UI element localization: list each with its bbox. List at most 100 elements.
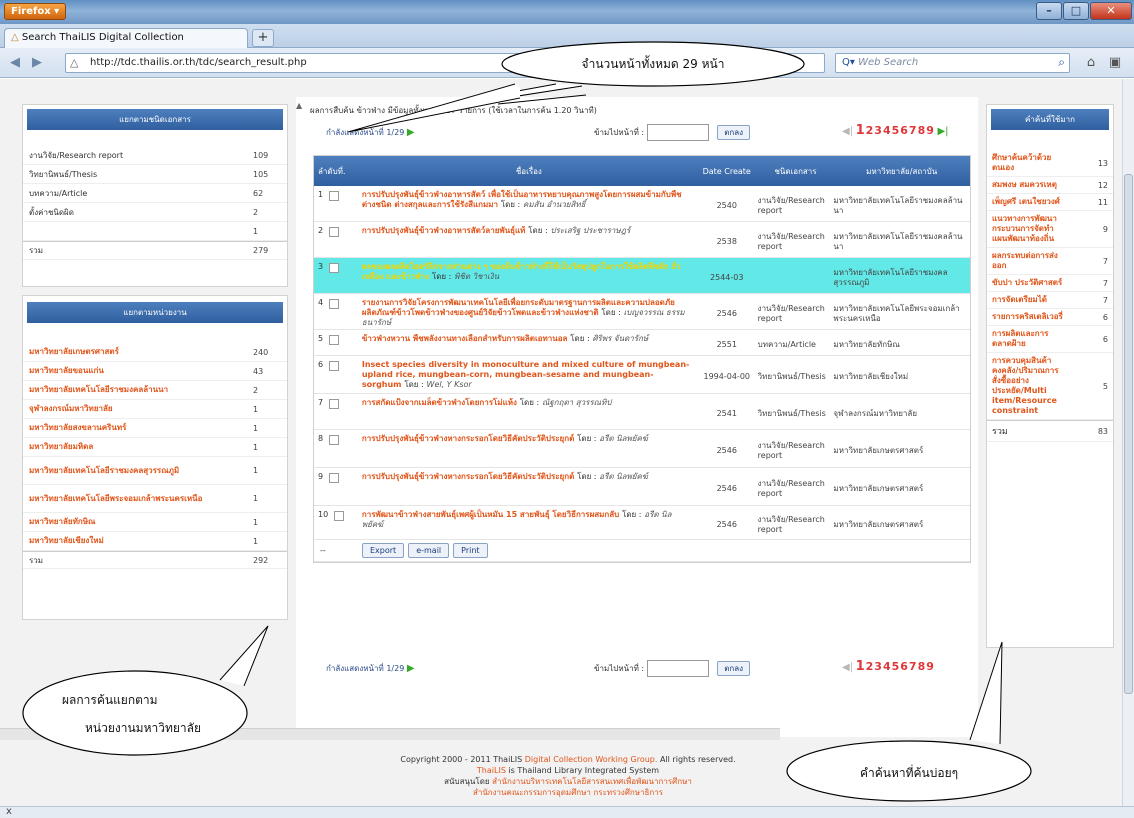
page-links[interactable]: 23456789	[866, 124, 935, 137]
result-title-link[interactable]: การพัฒนาข้าวฟ่างสายพันธุ์เพศผู้เป็นหมัน …	[362, 510, 619, 519]
popular-term-link[interactable]: รายการคริสเตลิเวอรี่	[992, 312, 1064, 322]
result-checkbox[interactable]	[329, 473, 340, 483]
result-checkbox[interactable]	[329, 263, 340, 273]
agency-row[interactable]: มหาวิทยาลัยทักษิณ 1	[23, 513, 287, 532]
home-icon[interactable]: ⌂	[1082, 54, 1100, 72]
popular-term-link[interactable]: สมพงษ สมควรเหตุ	[992, 180, 1064, 190]
popular-term-link[interactable]: ศึกษาค้นคว้าด้วยตนเอง	[992, 153, 1064, 173]
popular-term-row[interactable]: การควบคุมสินค้าคงคลัง/ปริมาณการสั่งซื้ออ…	[987, 353, 1113, 420]
agency-row[interactable]: มหาวิทยาลัยเทคโนโลยีพระจอมเกล้าพระนครเหน…	[23, 485, 287, 513]
result-checkbox[interactable]	[329, 335, 340, 345]
print-button[interactable]: Print	[453, 543, 488, 558]
doc-type-row[interactable]: รวม 279	[23, 241, 287, 260]
result-title-link[interactable]: การปรับปรุงพันธุ์ข้าวฟ่างหางกระรอกโดยวิธ…	[362, 434, 574, 443]
footer-thailis-link[interactable]: ThaiLIS	[477, 766, 506, 775]
agency-link[interactable]: มหาวิทยาลัยสงขลานครินทร์	[29, 423, 244, 433]
agency-row[interactable]: มหาวิทยาลัยมหิดล 1	[23, 438, 287, 457]
agency-row[interactable]: มหาวิทยาลัยเทคโนโลยีราชมงคลล้านนา 2	[23, 381, 287, 400]
page-links-bottom[interactable]: 23456789	[866, 660, 935, 673]
result-title-link[interactable]: การปรับปรุงพันธุ์ข้าวฟ่างอาหารสัตว์ เพื่…	[362, 190, 682, 209]
agency-link[interactable]: มหาวิทยาลัยเทคโนโลยีราชมงคลล้านนา	[29, 385, 244, 395]
col-date[interactable]: Date Create	[696, 167, 758, 176]
result-title-link[interactable]: ข้าวฟ่างหวาน พืชพลังงานทางเลือกสำหรับการ…	[362, 334, 568, 343]
minimize-button[interactable]: –	[1036, 2, 1062, 20]
popular-term-link[interactable]: แนวทางการพัฒนากระบวนการจัดทำแผนพัฒนาท้อง…	[992, 214, 1064, 244]
footer-sponsor-link[interactable]: สำนักงานบริหารเทคโนโลยีสารสนเทศเพื่อพัฒน…	[492, 777, 692, 786]
popular-term-row[interactable]: ศึกษาค้นคว้าด้วยตนเอง 13	[987, 150, 1113, 177]
result-checkbox[interactable]	[334, 511, 345, 521]
web-search-input[interactable]: Q▾ Web Search ⌕	[835, 53, 1070, 73]
maximize-button[interactable]: □	[1063, 2, 1089, 20]
search-icon[interactable]: ⌕	[1058, 55, 1065, 70]
result-title-link[interactable]: ผลของผลผลิตไฮดรัลิกจากส่วนต่าง ๆ ของต้นข…	[362, 262, 681, 281]
jump-page-input-bottom[interactable]	[646, 660, 709, 677]
result-checkbox[interactable]	[329, 399, 340, 409]
scrollbar-thumb[interactable]	[1124, 174, 1133, 694]
firefox-menu-button[interactable]: Firefox ▾	[4, 3, 66, 20]
agency-link[interactable]: มหาวิทยาลัยเกษตรศาสตร์	[29, 347, 244, 357]
result-checkbox[interactable]	[329, 227, 340, 237]
go-button-bottom[interactable]: ตกลง	[717, 661, 751, 676]
result-title-link[interactable]: การปรับปรุงพันธุ์ข้าวฟ่างหางกระรอกโดยวิธ…	[362, 472, 574, 481]
agency-link[interactable]: มหาวิทยาลัยทักษิณ	[29, 517, 244, 527]
footer-working-group-link[interactable]: Digital Collection Working Group.	[525, 755, 658, 764]
bookmarks-icon[interactable]: ▣	[1106, 54, 1124, 72]
result-checkbox[interactable]	[329, 361, 340, 371]
result-title-link[interactable]: การสกัดแป้งจากเมล็ดข้าวฟ่างโดยการโม่แห้ง	[362, 398, 517, 407]
browser-tab[interactable]: △ Search ThaiLIS Digital Collection	[4, 28, 248, 49]
agency-link[interactable]: จุฬาลงกรณ์มหาวิทยาลัย	[29, 404, 244, 414]
close-window-button[interactable]: ✕	[1090, 2, 1132, 20]
doc-type-row[interactable]: ตั้งค่าชนิดผิด 2	[23, 203, 287, 222]
email-button[interactable]: e-mail	[408, 543, 450, 558]
agency-row[interactable]: มหาวิทยาลัยสงขลานครินทร์ 1	[23, 419, 287, 438]
search-engine-icon[interactable]: Q▾	[842, 57, 855, 68]
doc-type-row[interactable]: 1	[23, 222, 287, 241]
popular-term-row[interactable]: สมพงษ สมควรเหตุ 12	[987, 177, 1113, 194]
popular-term-link[interactable]: เพ็ญศรี เตนใชยวงศ์	[992, 197, 1064, 207]
popular-term-row[interactable]: การผลิตและการตลาดฝ้าย 6	[987, 326, 1113, 353]
result-institution: มหาวิทยาลัยทักษิณ	[833, 339, 900, 349]
agency-link[interactable]: มหาวิทยาลัยเทคโนโลยีราชมงคลสุวรรณภูมิ	[29, 466, 244, 476]
agency-row[interactable]: มหาวิทยาลัยขอนแก่น 43	[23, 362, 287, 381]
doc-type-row[interactable]: วิทยานิพนธ์/Thesis 105	[23, 165, 287, 184]
col-inst[interactable]: มหาวิทยาลัย/สถาบัน	[833, 165, 970, 178]
back-icon[interactable]: ◀	[6, 54, 24, 72]
result-title-link[interactable]: การปรับปรุงพันธุ์ข้าวฟ่างอาหารสัตว์ลายพั…	[362, 226, 526, 235]
popular-term-link[interactable]: การผลิตและการตลาดฝ้าย	[992, 329, 1064, 349]
popular-term-row[interactable]: ผลกระทบต่อการส่งออก 7	[987, 248, 1113, 275]
popular-term-row[interactable]: เพ็ญศรี เตนใชยวงศ์ 11	[987, 194, 1113, 211]
result-institution: มหาวิทยาลัยเกษตรศาสตร์	[833, 519, 924, 529]
result-checkbox[interactable]	[329, 299, 340, 309]
export-button[interactable]: Export	[362, 543, 405, 558]
col-title[interactable]: ชื่อเรื่อง	[362, 165, 696, 178]
agency-link[interactable]: มหาวิทยาลัยเทคโนโลยีพระจอมเกล้าพระนครเหน…	[29, 494, 244, 504]
popular-term-row[interactable]: ขับปา ประวัติศาสตร์ 7	[987, 275, 1113, 292]
collapse-arrow-icon[interactable]: ▲	[296, 101, 302, 110]
doc-type-row[interactable]: งานวิจัย/Research report 109	[23, 146, 287, 165]
forward-icon[interactable]: ▶	[28, 54, 46, 72]
vertical-scrollbar[interactable]	[1122, 79, 1134, 806]
popular-term-row[interactable]: แนวทางการพัฒนากระบวนการจัดทำแผนพัฒนาท้อง…	[987, 211, 1113, 248]
result-checkbox[interactable]	[329, 191, 340, 201]
popular-term-link[interactable]: การควบคุมสินค้าคงคลัง/ปริมาณการสั่งซื้ออ…	[992, 356, 1064, 416]
last-page-icon[interactable]: ▶|	[937, 126, 948, 137]
doc-type-row[interactable]: บทความ/Article 62	[23, 184, 287, 203]
agency-link[interactable]: มหาวิทยาลัยขอนแก่น	[29, 366, 244, 376]
new-tab-button[interactable]: +	[252, 29, 274, 47]
popular-term-link[interactable]: การจัดเตรียมได้	[992, 295, 1064, 305]
agency-row[interactable]: มหาวิทยาลัยเทคโนโลยีราชมงคลสุวรรณภูมิ 1	[23, 457, 287, 485]
agency-row[interactable]: มหาวิทยาลัยเชียงใหม่ 1	[23, 532, 287, 551]
popular-total-row: รวม 83	[987, 420, 1113, 442]
popular-term-link[interactable]: ผลกระทบต่อการส่งออก	[992, 251, 1064, 271]
popular-term-link[interactable]: ขับปา ประวัติศาสตร์	[992, 278, 1064, 288]
next-page-icon-bottom[interactable]: ▶	[407, 663, 415, 674]
agency-row[interactable]: จุฬาลงกรณ์มหาวิทยาลัย 1	[23, 400, 287, 419]
footer-ministry-link[interactable]: สำนักงานคณะกรรมการอุดมศึกษา กระทรวงศึกษา…	[318, 787, 818, 798]
agency-link[interactable]: มหาวิทยาลัยมหิดล	[29, 442, 244, 452]
agency-link[interactable]: มหาวิทยาลัยเชียงใหม่	[29, 536, 244, 546]
popular-term-row[interactable]: รายการคริสเตลิเวอรี่ 6	[987, 309, 1113, 326]
popular-term-row[interactable]: การจัดเตรียมได้ 7	[987, 292, 1113, 309]
result-checkbox[interactable]	[329, 435, 340, 445]
col-type[interactable]: ชนิดเอกสาร	[758, 165, 834, 178]
agency-row[interactable]: มหาวิทยาลัยเกษตรศาสตร์ 240	[23, 343, 287, 362]
